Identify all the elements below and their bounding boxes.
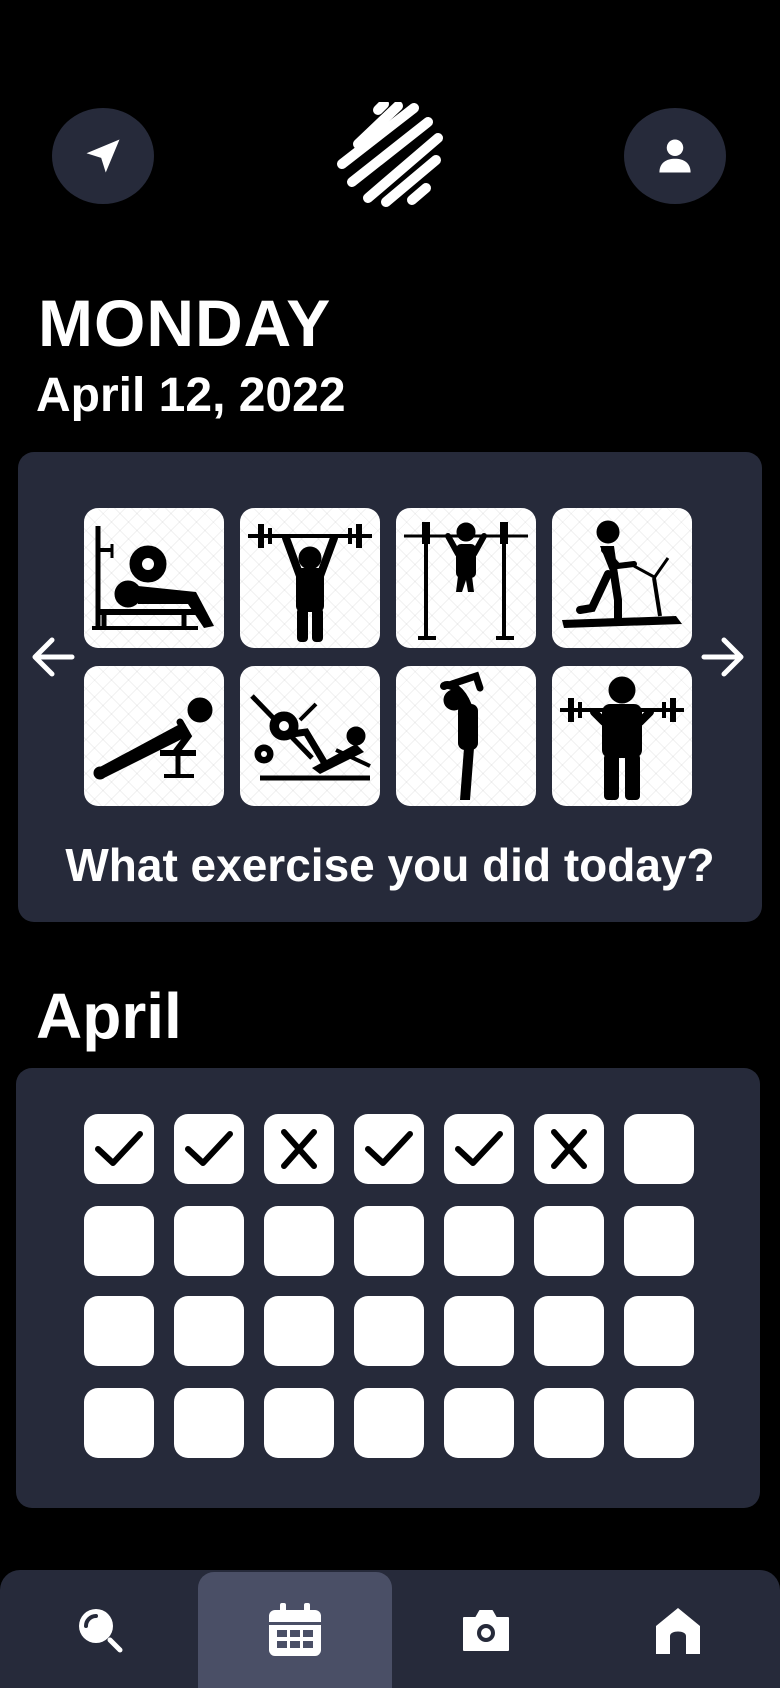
nav-calendar[interactable] xyxy=(198,1572,392,1688)
user-icon xyxy=(659,139,691,173)
calendar-day-empty[interactable] xyxy=(624,1388,694,1458)
calendar-day-empty[interactable] xyxy=(264,1388,334,1458)
diagonal-stripes-logo xyxy=(337,102,443,207)
calendar-day-empty[interactable] xyxy=(354,1206,424,1276)
date-subtitle: April 12, 2022 xyxy=(36,369,346,422)
bench-press-icon xyxy=(92,526,214,630)
calendar-day-empty[interactable] xyxy=(84,1388,154,1458)
calendar-day-empty[interactable] xyxy=(534,1296,604,1366)
calendar-day-empty[interactable] xyxy=(534,1206,604,1276)
exercise-tile-leg-press[interactable] xyxy=(240,666,380,806)
calendar-day-empty[interactable] xyxy=(264,1296,334,1366)
exercise-tile-treadmill[interactable] xyxy=(552,508,692,648)
calendar-day-empty[interactable] xyxy=(264,1206,334,1276)
cross-icon xyxy=(281,1129,317,1169)
calendar-day-done[interactable] xyxy=(444,1114,514,1184)
calendar-day-done[interactable] xyxy=(174,1114,244,1184)
calendar-day-empty[interactable] xyxy=(624,1206,694,1276)
exercise-question: What exercise you did today? xyxy=(65,839,715,891)
calendar-day-empty[interactable] xyxy=(174,1206,244,1276)
calendar-day-empty[interactable] xyxy=(174,1296,244,1366)
calendar-day-empty[interactable] xyxy=(444,1206,514,1276)
exercise-tile-overhead-press[interactable] xyxy=(240,508,380,648)
check-icon xyxy=(455,1131,503,1166)
calendar-day-empty[interactable] xyxy=(84,1206,154,1276)
nav-home[interactable] xyxy=(618,1572,738,1688)
search-icon xyxy=(79,1609,123,1653)
calendar-day-missed[interactable] xyxy=(534,1114,604,1184)
calendar-icon xyxy=(269,1603,321,1656)
calendar-day-empty[interactable] xyxy=(444,1296,514,1366)
overhead-press-icon xyxy=(248,524,372,642)
calendar-day-missed[interactable] xyxy=(264,1114,334,1184)
calendar-day-done[interactable] xyxy=(84,1114,154,1184)
pull-up-icon xyxy=(404,522,528,640)
calendar-day-empty[interactable] xyxy=(84,1296,154,1366)
calendar-day-done[interactable] xyxy=(354,1114,424,1184)
treadmill-icon xyxy=(562,520,682,628)
bottom-navigation xyxy=(0,1570,780,1688)
profile-button[interactable] xyxy=(624,108,726,204)
arrow-left-icon[interactable] xyxy=(28,632,78,682)
calendar-panel xyxy=(16,1068,760,1508)
exercise-tile-bench-press[interactable] xyxy=(84,508,224,648)
month-title: April xyxy=(36,980,182,1052)
navigation-button[interactable] xyxy=(52,108,154,204)
stretching-icon xyxy=(440,671,484,800)
incline-push-up-icon xyxy=(93,697,213,780)
calendar-day-empty[interactable] xyxy=(354,1296,424,1366)
exercise-tile-incline-push-up[interactable] xyxy=(84,666,224,806)
navigation-arrow-icon xyxy=(86,139,120,173)
barbell-curl-icon xyxy=(560,676,684,800)
check-icon xyxy=(95,1131,143,1166)
nav-search[interactable] xyxy=(40,1572,160,1688)
exercise-tile-pull-up[interactable] xyxy=(396,508,536,648)
arrow-right-icon[interactable] xyxy=(698,632,748,682)
home-icon xyxy=(656,1608,700,1654)
nav-camera[interactable] xyxy=(426,1572,546,1688)
calendar-day-empty[interactable] xyxy=(534,1388,604,1458)
calendar-day-empty[interactable] xyxy=(624,1114,694,1184)
exercise-picker-panel: What exercise you did today? xyxy=(18,452,762,922)
leg-press-icon xyxy=(250,694,371,781)
calendar-day-empty[interactable] xyxy=(624,1296,694,1366)
check-icon xyxy=(185,1131,233,1166)
calendar-day-empty[interactable] xyxy=(174,1388,244,1458)
calendar-day-empty[interactable] xyxy=(354,1388,424,1458)
weekday-title: MONDAY xyxy=(38,286,332,360)
calendar-day-empty[interactable] xyxy=(444,1388,514,1458)
check-icon xyxy=(365,1131,413,1166)
cross-icon xyxy=(551,1129,587,1169)
exercise-tile-stretching[interactable] xyxy=(396,666,536,806)
camera-icon xyxy=(463,1610,509,1651)
exercise-tile-barbell-curl[interactable] xyxy=(552,666,692,806)
